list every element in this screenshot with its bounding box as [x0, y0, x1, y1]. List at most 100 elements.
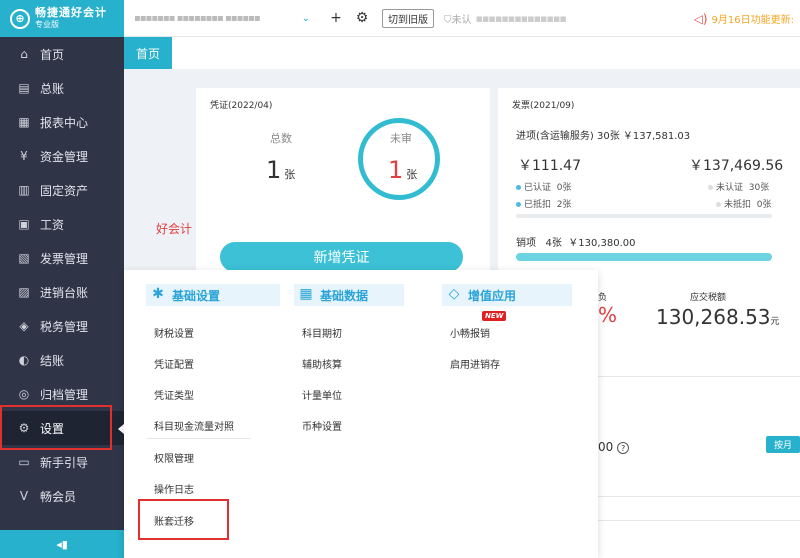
update-notice[interactable]: ◁) 9月16日功能更新: — [694, 11, 794, 26]
home-icon: ⌂ — [20, 47, 28, 61]
certified-row[interactable]: 已认证 0张 — [516, 180, 571, 193]
basic-settings-item-2[interactable]: 凭证类型 — [154, 387, 194, 402]
sidebar-item-12[interactable]: ▭ 新手引导 — [0, 445, 124, 479]
certified-count: 0张 — [556, 183, 572, 193]
basic-settings-item-1[interactable]: 凭证配置 — [154, 356, 194, 371]
app-edition: 专业版 — [35, 19, 59, 29]
sidebar-item-4[interactable]: ▥ 固定资产 — [0, 173, 124, 207]
tax-payable[interactable]: 130,268.53元 — [656, 305, 780, 329]
by-month-button[interactable]: 按月 — [766, 436, 800, 453]
sidebar-item-1[interactable]: ▤ 总账 — [0, 71, 124, 105]
sidebar-item-label: 进销台账 — [40, 285, 89, 300]
value-added-header: ◇ 增值应用 — [442, 284, 572, 306]
value-added-item-0[interactable]: 小畅报销 — [450, 325, 490, 340]
undeducted-row[interactable]: 未抵扣 0张 — [716, 197, 771, 210]
gear-icon: ⚙ — [18, 421, 30, 435]
add-icon[interactable]: + — [326, 10, 346, 26]
deducted-count: 2张 — [556, 200, 572, 210]
wallet-icon: ▣ — [18, 217, 30, 231]
vip-icon: V — [19, 489, 29, 503]
update-notice-text: 9月16日功能更新: — [711, 15, 794, 26]
menu-column-apps: ◇ 增值应用 — [442, 284, 572, 306]
uncertified-label: 未认证 — [716, 183, 744, 193]
sidebar-item-label: 结账 — [40, 353, 65, 368]
sidebar-item-0[interactable]: ⌂ 首页 — [0, 37, 124, 71]
basic-settings-item-6[interactable]: 账套迁移 — [154, 513, 194, 528]
switch-old-version-button[interactable]: 切到旧版 — [382, 8, 434, 28]
sidebar-item-13[interactable]: V 畅会员 — [0, 479, 124, 513]
basic-data-header: ▦ 基础数据 — [294, 284, 404, 306]
basic-data-item-1[interactable]: 辅助核算 — [302, 356, 342, 371]
output-invoice-summary[interactable]: 销项 4张 ￥130,380.00 — [516, 234, 636, 249]
undeducted-label: 未抵扣 — [724, 200, 752, 210]
app-logo[interactable]: ⊕ 畅捷通好会计 专业版 — [0, 0, 124, 37]
tax-icon: ◈ — [19, 319, 29, 333]
sidebar-item-label: 总账 — [40, 81, 65, 96]
sidebar-item-label: 新手引导 — [40, 455, 89, 470]
sidebar-item-9[interactable]: ◐ 结账 — [0, 343, 124, 377]
sidebar-item-label: 税务管理 — [40, 319, 89, 334]
info-icon[interactable]: ? — [617, 442, 630, 454]
add-voucher-button[interactable]: 新增凭证 — [220, 242, 463, 272]
lower-divider-3 — [598, 520, 800, 521]
basic-settings-item-3[interactable]: 科目现金流量对照 — [154, 418, 234, 433]
basic-settings-item-0[interactable]: 财税设置 — [154, 325, 194, 340]
certified-label: 已认证 — [524, 183, 552, 193]
collapse-sidebar-button[interactable]: ◂▮ — [0, 530, 124, 558]
basic-data-item-2[interactable]: 计量单位 — [302, 387, 342, 402]
sidebar-item-2[interactable]: ▦ 报表中心 — [0, 105, 124, 139]
certified-dot-icon — [516, 185, 521, 190]
tab-home[interactable]: 首页 — [124, 37, 172, 69]
logo-icon: ⊕ — [10, 8, 30, 29]
sidebar-item-6[interactable]: ▧ 发票管理 — [0, 241, 124, 275]
sidebar-item-3[interactable]: ¥ 资金管理 — [0, 139, 124, 173]
ledger-icon: ▤ — [18, 81, 30, 95]
voucher-total[interactable]: 1张 — [266, 156, 295, 184]
auth-status[interactable]: ⛉未认 — [444, 11, 472, 26]
money-icon: ¥ — [20, 149, 28, 163]
tax-payable-label: 应交税额 — [690, 293, 727, 303]
input-invoice-summary[interactable]: 进项(含运输服务) 30张 ￥137,581.03 — [516, 127, 690, 142]
sidebar-item-label: 首页 — [40, 47, 65, 62]
menu-column-data: ▦ 基础数据 — [294, 284, 404, 306]
uncertified-row[interactable]: 未认证 30张 — [708, 180, 769, 193]
basic-settings-item-5[interactable]: 操作日志 — [154, 481, 194, 496]
undeducted-dot-icon — [716, 202, 721, 207]
tax-payable-value: 130,268.53 — [656, 305, 771, 329]
sidebar-item-label: 固定资产 — [40, 183, 89, 198]
voucher-total-value: 1 — [266, 156, 282, 184]
input-progress-bar — [516, 214, 772, 218]
deducted-label: 已抵扣 — [524, 200, 552, 210]
certified-amount: ￥111.47 — [518, 158, 581, 174]
sidebar-item-label: 归档管理 — [40, 387, 89, 402]
uncertified-count: 30张 — [748, 183, 770, 193]
sidebar-item-8[interactable]: ◈ 税务管理 — [0, 309, 124, 343]
lower-divider — [598, 376, 800, 377]
lower-divider-2 — [598, 496, 800, 497]
undeducted-count: 0张 — [756, 200, 772, 210]
sidebar-item-11[interactable]: ⚙ 设置 — [0, 411, 124, 445]
archive-icon: ◎ — [18, 387, 30, 401]
guide-icon: ▭ — [18, 455, 30, 469]
company-name: ▪▪▪▪▪▪▪ ▪▪▪▪▪▪▪▪ ▪▪▪▪▪▪ — [134, 12, 261, 24]
deducted-row[interactable]: 已抵扣 2张 — [516, 197, 571, 210]
basic-settings-item-4[interactable]: 权限管理 — [154, 450, 194, 465]
value-added-title: 增值应用 — [468, 288, 517, 303]
settings-dropdown-menu: ✱ 基础设置 ▦ 基础数据 ◇ 增值应用 NEW 财税设置 凭证配置 凭证类型 科目现… — [124, 270, 598, 558]
sidebar-item-7[interactable]: ▨ 进销台账 — [0, 275, 124, 309]
book-icon: ▨ — [18, 285, 30, 299]
basic-data-item-3[interactable]: 币种设置 — [302, 418, 342, 433]
value-added-item-1[interactable]: 启用进销存 — [450, 356, 500, 371]
sidebar-item-label: 报表中心 — [40, 115, 89, 130]
lower-value: 00 — [598, 440, 614, 454]
company-selector[interactable]: ▪▪▪▪▪▪▪ ▪▪▪▪▪▪▪▪ ▪▪▪▪▪▪ ⌄ — [124, 0, 320, 37]
voucher-total-unit: 张 — [284, 168, 296, 181]
basic-settings-header: ✱ 基础设置 — [146, 284, 280, 306]
sidebar-item-10[interactable]: ◎ 归档管理 — [0, 377, 124, 411]
basic-data-item-0[interactable]: 科目期初 — [302, 325, 342, 340]
tax-rate-value: % — [598, 303, 618, 327]
settings-icon[interactable]: ⚙ — [352, 10, 372, 26]
voucher-pending[interactable]: 1张 — [388, 156, 417, 184]
sidebar-item-5[interactable]: ▣ 工资 — [0, 207, 124, 241]
sidebar: ⊕ 畅捷通好会计 专业版 ⌂ 首页 ▤ 总账 ▦ 报表中心 ¥ 资金管理 ▥ 固定资产 ▣ 工资 ▧ 发票… — [0, 0, 124, 558]
